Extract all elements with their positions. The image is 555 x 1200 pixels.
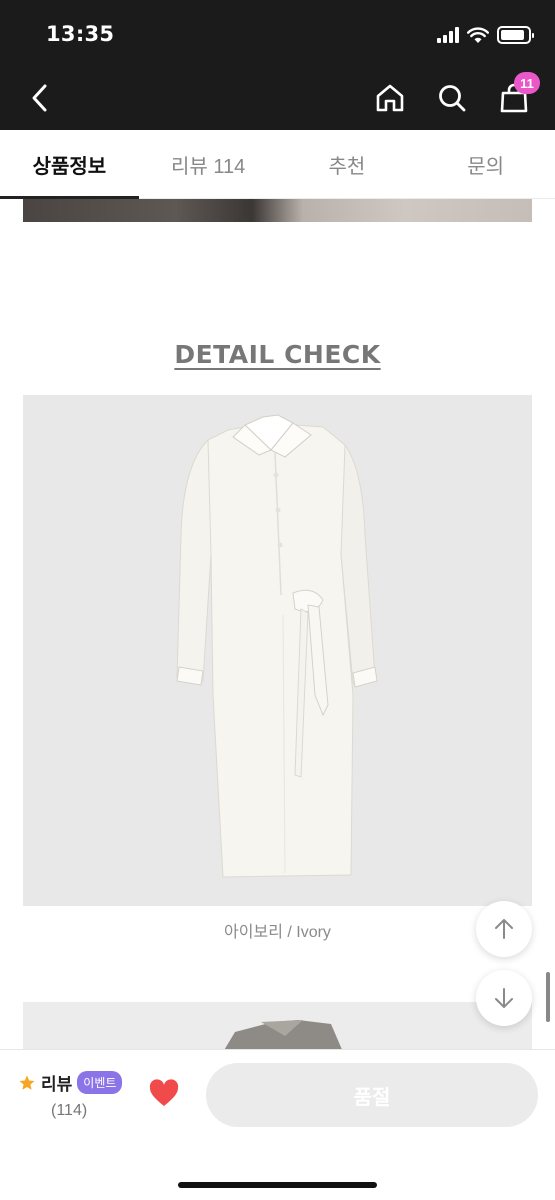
sold-out-button[interactable]: 품절 bbox=[206, 1063, 538, 1127]
scroll-to-top-button[interactable] bbox=[476, 901, 532, 957]
cart-button[interactable]: 11 bbox=[490, 72, 540, 122]
home-icon bbox=[376, 84, 404, 112]
product-photo-ivory-dress bbox=[23, 395, 532, 906]
arrow-up-icon bbox=[495, 919, 513, 939]
detail-check-heading: DETAIL CHECK bbox=[174, 340, 381, 369]
arrow-down-icon bbox=[495, 988, 513, 1008]
event-badge: 이벤트 bbox=[77, 1071, 123, 1094]
scroll-indicator[interactable] bbox=[546, 972, 550, 1022]
battery-icon bbox=[497, 26, 534, 44]
heart-icon bbox=[149, 1079, 179, 1106]
product-tabs: 상품정보 리뷰 114 추천 문의 bbox=[0, 130, 555, 199]
wifi-icon bbox=[467, 26, 489, 43]
status-icons bbox=[437, 24, 534, 46]
top-bar: 13:35 11 bbox=[0, 0, 555, 130]
home-button[interactable] bbox=[366, 74, 414, 122]
tab-product-info[interactable]: 상품정보 bbox=[0, 130, 139, 199]
home-indicator bbox=[178, 1182, 377, 1188]
scroll-to-bottom-button[interactable] bbox=[476, 970, 532, 1026]
back-icon bbox=[32, 84, 47, 112]
review-count: (114) bbox=[51, 1102, 88, 1119]
star-icon bbox=[19, 1075, 35, 1090]
tab-inquiry[interactable]: 문의 bbox=[416, 130, 555, 198]
previous-product-photo bbox=[23, 199, 532, 222]
review-summary-button[interactable]: 리뷰 이벤트 (114) bbox=[18, 1070, 138, 1130]
product-photo-next bbox=[23, 1002, 532, 1052]
bottom-action-bar: 리뷰 이벤트 (114) 품절 bbox=[0, 1049, 555, 1200]
cart-count-badge: 11 bbox=[514, 72, 540, 94]
review-label: 리뷰 bbox=[41, 1075, 73, 1094]
tab-recommended[interactable]: 추천 bbox=[278, 130, 417, 198]
status-time: 13:35 bbox=[46, 22, 115, 46]
wishlist-button[interactable] bbox=[148, 1078, 180, 1110]
photo-caption: 아이보리 / Ivory bbox=[224, 924, 331, 941]
search-button[interactable] bbox=[428, 74, 476, 122]
search-icon bbox=[439, 85, 466, 112]
cellular-signal-icon bbox=[437, 27, 459, 43]
back-button[interactable] bbox=[16, 74, 64, 122]
tab-reviews[interactable]: 리뷰 114 bbox=[139, 130, 278, 198]
